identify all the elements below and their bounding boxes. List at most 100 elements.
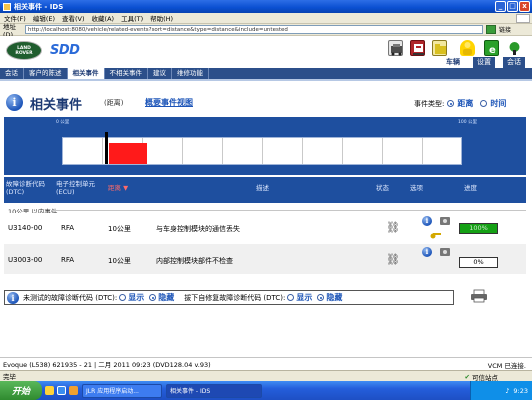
col-header-progress[interactable]: 进度 [464, 184, 477, 192]
quicklaunch-media-icon[interactable] [69, 386, 78, 395]
radio-selfheal-hide[interactable] [317, 294, 325, 301]
maximize-button[interactable]: □ [507, 1, 518, 12]
chain-link-icon[interactable]: ⛓ [386, 254, 400, 266]
vcm-status: VCM 已连接. [487, 362, 526, 370]
minimize-button[interactable]: _ [495, 1, 506, 12]
radio-untested-show[interactable] [119, 294, 127, 301]
vehicle-status-line: Evoque (L538) 621935 - 21 | 二月 2011 09:2… [0, 357, 532, 370]
folder-icon[interactable] [432, 40, 447, 56]
address-bar: 地址(D) http://localhost:8080/vehicle/rela… [0, 23, 532, 39]
info-icon[interactable]: i [7, 292, 19, 304]
go-arrow-icon[interactable] [486, 25, 496, 34]
col-header-distance-label: 距离 [108, 184, 121, 192]
taskbar-item-ids[interactable]: 相关事件 - IDS [166, 383, 262, 398]
printer-icon[interactable] [470, 289, 488, 303]
header-tab-settings[interactable]: 设置 [473, 57, 495, 68]
system-tray: ♪ 9:23 [470, 381, 532, 400]
close-button[interactable]: x [519, 1, 530, 12]
quicklaunch-folder-icon[interactable] [45, 386, 54, 395]
timeline-cell [423, 138, 462, 164]
window-controls: _ □ x [495, 1, 530, 12]
window-titlebar: 相关事件 - IDS _ □ x [0, 0, 532, 13]
timeline-cell [303, 138, 343, 164]
tab-customer-statement[interactable]: 客户的陈述 [24, 68, 68, 79]
tab-recommendations[interactable]: 建议 [148, 68, 172, 79]
page-title: 相关事件 [30, 98, 83, 113]
key-icon[interactable] [430, 230, 442, 240]
col-header-dtc[interactable]: 故障诊断代码 (DTC) [6, 180, 52, 196]
svg-text:e: e [489, 45, 496, 56]
selfheal-show-option[interactable]: 显示 [296, 292, 312, 303]
browser-status-bar: 完毕 ✔ 可信站点 [0, 370, 532, 382]
header-tab-vehicle[interactable]: 车辆 [442, 57, 464, 68]
col-header-ecu[interactable]: 电子控制单元 (ECU) [56, 180, 96, 196]
tab-unrelated-events[interactable]: 不相关事件 [105, 68, 148, 79]
event-type-time[interactable]: 时间 [490, 98, 506, 109]
page-status: 完毕 [3, 373, 16, 381]
menu-help[interactable]: 帮助(H) [150, 13, 173, 23]
tray-volume-icon[interactable]: ♪ [505, 387, 509, 395]
menu-edit[interactable]: 编辑(E) [33, 13, 55, 23]
status-progress-box: 100% [459, 223, 498, 234]
radio-selfheal-show[interactable] [287, 294, 295, 301]
event-type-label: 事件类型: [414, 99, 445, 108]
page-title-row: i 相关事件 (距离) 概要事件视图 事件类型: 距离 时间 [0, 84, 532, 113]
vehicle-connect-icon[interactable] [388, 40, 403, 56]
summary-view-link[interactable]: 概要事件视图 [145, 97, 193, 108]
untested-show-option[interactable]: 显示 [128, 292, 144, 303]
diagnostic-box-icon[interactable] [410, 40, 425, 56]
col-header-distance[interactable]: 距离 ▼ [108, 184, 128, 192]
camera-icon[interactable] [440, 248, 450, 256]
ecu-name: RFA [61, 256, 75, 264]
check-icon: ✔ [464, 373, 470, 381]
timeline-scale: 0 公里 100 公里 [4, 119, 526, 127]
vehicle-info: Evoque (L538) 621935 - 21 | 二月 2011 09:2… [3, 361, 211, 369]
untested-hide-option[interactable]: 隐藏 [158, 292, 174, 303]
selfheal-hide-option[interactable]: 隐藏 [326, 292, 342, 303]
radio-distance[interactable] [447, 100, 455, 107]
event-type-distance[interactable]: 距离 [457, 98, 473, 109]
tools-icon[interactable] [507, 40, 522, 56]
event-description: 与车身控制模块的通信丢失 [156, 225, 240, 233]
timeline-cell [263, 138, 303, 164]
start-button[interactable]: 开始 [0, 381, 42, 400]
camera-icon[interactable] [440, 217, 450, 225]
header-tab-session[interactable]: 会话 [503, 57, 525, 68]
info-icon[interactable]: i [422, 247, 432, 257]
timeline-cell [383, 138, 423, 164]
timeline-cell [223, 138, 263, 164]
radio-untested-hide[interactable] [149, 294, 157, 301]
col-header-status[interactable]: 状态 [376, 184, 389, 192]
address-input[interactable]: http://localhost:8080/vehicle/related-ev… [25, 25, 483, 34]
links-label[interactable]: 链接 [499, 25, 511, 34]
status-progress-box: 0% [459, 257, 498, 268]
info-icon[interactable]: i [6, 94, 23, 111]
col-header-description[interactable]: 描述 [256, 184, 269, 192]
chain-link-icon[interactable]: ⛓ [386, 222, 400, 234]
dtc-code: U3003-00 [8, 256, 43, 264]
windows-taskbar: 开始 JLR 应用程序启动... 相关事件 - IDS ♪ 9:23 [0, 381, 532, 400]
taskbar-item-jlr-launcher[interactable]: JLR 应用程序启动... [82, 383, 162, 398]
table-row[interactable]: U3003-00 RFA 10公里 内部控制模块部件不检查 ⛓ i 0% [4, 244, 526, 274]
menu-tools[interactable]: 工具(T) [121, 13, 143, 23]
tab-related-events[interactable]: 相关事件 [67, 68, 105, 79]
green-e-icon[interactable]: e [484, 40, 499, 56]
timeline-event-bar[interactable] [109, 143, 147, 164]
quicklaunch-ie-icon[interactable] [57, 386, 66, 395]
sdd-logo: SDD [50, 43, 80, 58]
person-icon[interactable] [460, 40, 475, 56]
radio-time[interactable] [480, 100, 488, 107]
tab-repair-functions[interactable]: 维修功能 [172, 68, 209, 79]
menu-favorites[interactable]: 收藏(A) [92, 13, 115, 23]
timeline-grid [62, 132, 462, 165]
table-row[interactable]: U3140-00 RFA 10公里 与车身控制模块的通信丢失 ⛓ i 100% [4, 213, 526, 243]
info-icon[interactable]: i [422, 216, 432, 226]
dtc-code: U3140-00 [8, 224, 43, 232]
col-header-options[interactable]: 选项 [410, 184, 423, 192]
event-distance: 10公里 [108, 225, 131, 233]
untested-dtc-filter: 未测试的故障诊断代码 (DTC): 显示 隐藏 [23, 292, 174, 303]
menu-view[interactable]: 查看(V) [62, 13, 85, 23]
self-heal-dtc-label: 拔下自修复故障诊断代码 (DTC): [184, 293, 286, 302]
windows-logo-icon [516, 14, 530, 23]
tab-session[interactable]: 会话 [0, 68, 24, 79]
